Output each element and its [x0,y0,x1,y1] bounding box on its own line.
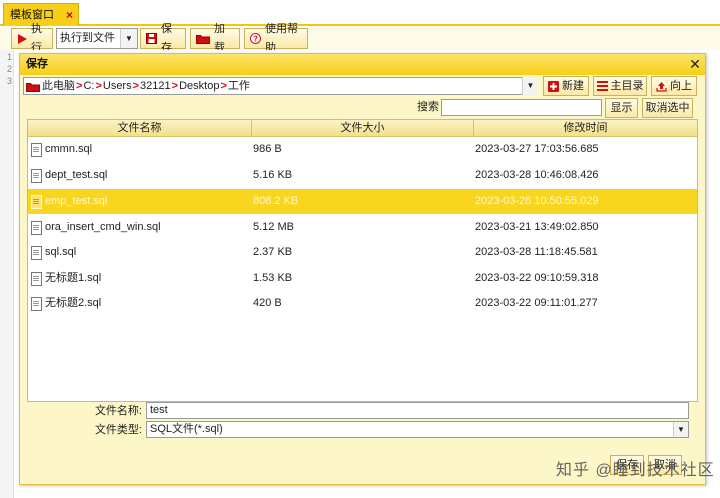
table-row[interactable]: cmmn.sql 986 B 2023-03-27 17:03:56.685 [28,137,697,162]
breadcrumb-separator: > [76,80,83,92]
path-dropdown-icon[interactable]: ▼ [522,77,538,95]
home-directory-button[interactable]: 主目录 [593,76,647,96]
show-label: 显示 [610,102,633,114]
file-mtime: 2023-03-28 10:50:55.029 [475,195,599,207]
watermark: 知乎 @睡到技术社区 [556,462,715,479]
file-name: emp_test.sql [45,195,108,207]
file-size: 420 B [253,297,282,309]
line-number: 3 [6,76,12,86]
filename-input[interactable]: test [146,402,689,419]
file-mtime: 2023-03-22 09:10:59.318 [475,272,599,284]
breadcrumb-segment[interactable]: 此电脑 [42,78,75,94]
file-size: 986 B [253,143,282,155]
help-button[interactable]: ? 使用帮助 [244,23,308,54]
path-breadcrumb[interactable]: 此电脑 > C: > Users > 32121 > Desktop > 工作 [23,77,538,95]
home-directory-label: 主目录 [610,80,644,92]
file-name: cmmn.sql [45,143,93,155]
new-folder-label: 新建 [562,80,584,92]
table-row[interactable]: 无标题1.sql 1.53 KB 2023-03-22 09:10:59.318 [28,266,697,291]
new-folder-button[interactable]: 新建 [543,76,589,96]
play-icon [17,33,27,44]
search-input[interactable] [441,99,602,116]
run-button[interactable]: 执行 [11,23,53,54]
breadcrumb-segment[interactable]: Desktop [179,78,219,94]
file-mtime: 2023-03-22 09:11:01.277 [475,297,598,309]
filetype-select[interactable]: SQL文件(*.sql) ▼ [146,421,689,438]
file-table-header: 文件名称 文件大小 修改时间 [28,120,697,137]
upload-arrow-icon [656,81,667,92]
file-name: 无标题1.sql [45,272,102,284]
file-mtime: 2023-03-28 10:46:08.426 [475,169,599,181]
breadcrumb-segment[interactable]: 工作 [228,78,250,94]
line-number: 1 [6,52,12,62]
search-label: 搜索 [417,101,439,113]
floppy-disk-icon [146,33,157,44]
file-icon [31,195,42,209]
file-name: dept_test.sql [45,169,108,181]
folder-icon [26,81,40,92]
file-icon [31,297,42,311]
filename-label: 文件名称: [94,405,142,417]
file-size: 2.37 KB [253,246,293,258]
table-row-selected[interactable]: emp_test.sql 808.2 KB 2023-03-28 10:50:5… [28,189,697,214]
file-icon [31,221,42,235]
breadcrumb-separator: > [220,80,227,92]
file-name: 无标题2.sql [45,297,102,309]
breadcrumb-segment[interactable]: 32121 [140,78,171,94]
load-button[interactable]: 加载 [190,23,240,54]
file-icon [31,272,42,286]
go-up-button[interactable]: 向上 [651,76,697,96]
table-row[interactable]: 无标题2.sql 420 B 2023-03-22 09:11:01.277 [28,291,697,316]
file-size: 5.12 MB [253,221,294,233]
column-header-size[interactable]: 文件大小 [252,120,474,137]
column-header-name[interactable]: 文件名称 [28,120,252,137]
table-row[interactable]: ora_insert_cmd_win.sql 5.12 MB 2023-03-2… [28,215,697,240]
file-size: 808.2 KB [253,195,299,207]
show-button[interactable]: 显示 [605,98,638,118]
deselect-button[interactable]: 取消选中 [642,98,693,118]
file-icon [31,143,42,157]
dialog-close-icon[interactable]: ✕ [687,54,703,75]
help-icon: ? [250,33,261,44]
file-mtime: 2023-03-21 13:49:02.850 [475,221,599,233]
execute-mode-value: 执行到文件 [60,32,115,44]
column-header-mtime[interactable]: 修改时间 [474,120,697,137]
folder-icon [196,33,210,44]
file-size: 5.16 KB [253,169,293,181]
table-row[interactable]: dept_test.sql 5.16 KB 2023-03-28 10:46:0… [28,163,697,188]
chevron-down-icon[interactable]: ▼ [120,29,137,48]
dialog-title: 保存 [20,54,705,75]
file-name: ora_insert_cmd_win.sql [45,221,161,233]
file-icon [31,246,42,260]
filetype-value: SQL文件(*.sql) [150,423,223,435]
file-mtime: 2023-03-28 11:18:45.581 [475,246,598,258]
filetype-label: 文件类型: [94,424,142,436]
deselect-label: 取消选中 [645,102,690,114]
breadcrumb-segment[interactable]: Users [103,78,132,94]
breadcrumb-separator: > [95,80,102,92]
tab-close-icon[interactable]: × [66,4,73,26]
line-number: 2 [6,64,12,74]
file-icon [31,169,42,183]
svg-text:?: ? [253,35,258,44]
list-icon [596,81,608,91]
file-mtime: 2023-03-27 17:03:56.685 [475,143,599,155]
breadcrumb-separator: > [171,80,179,92]
save-button[interactable]: 保存 [140,23,186,54]
line-number-gutter [0,50,14,498]
go-up-label: 向上 [670,80,692,92]
file-name: sql.sql [45,246,77,258]
file-size: 1.53 KB [253,272,293,284]
breadcrumb-segment[interactable]: C: [83,78,94,94]
tab-bar: 模板窗口 × [0,0,720,26]
execute-mode-select[interactable]: 执行到文件 ▼ [56,28,138,49]
plus-icon [548,80,559,92]
breadcrumb-separator: > [132,80,140,92]
chevron-down-icon[interactable]: ▼ [673,422,688,437]
toolbar: 执行 执行到文件 ▼ 保存 加载 ? 使用帮助 [0,23,720,54]
table-row[interactable]: sql.sql 2.37 KB 2023-03-28 11:18:45.581 [28,240,697,265]
